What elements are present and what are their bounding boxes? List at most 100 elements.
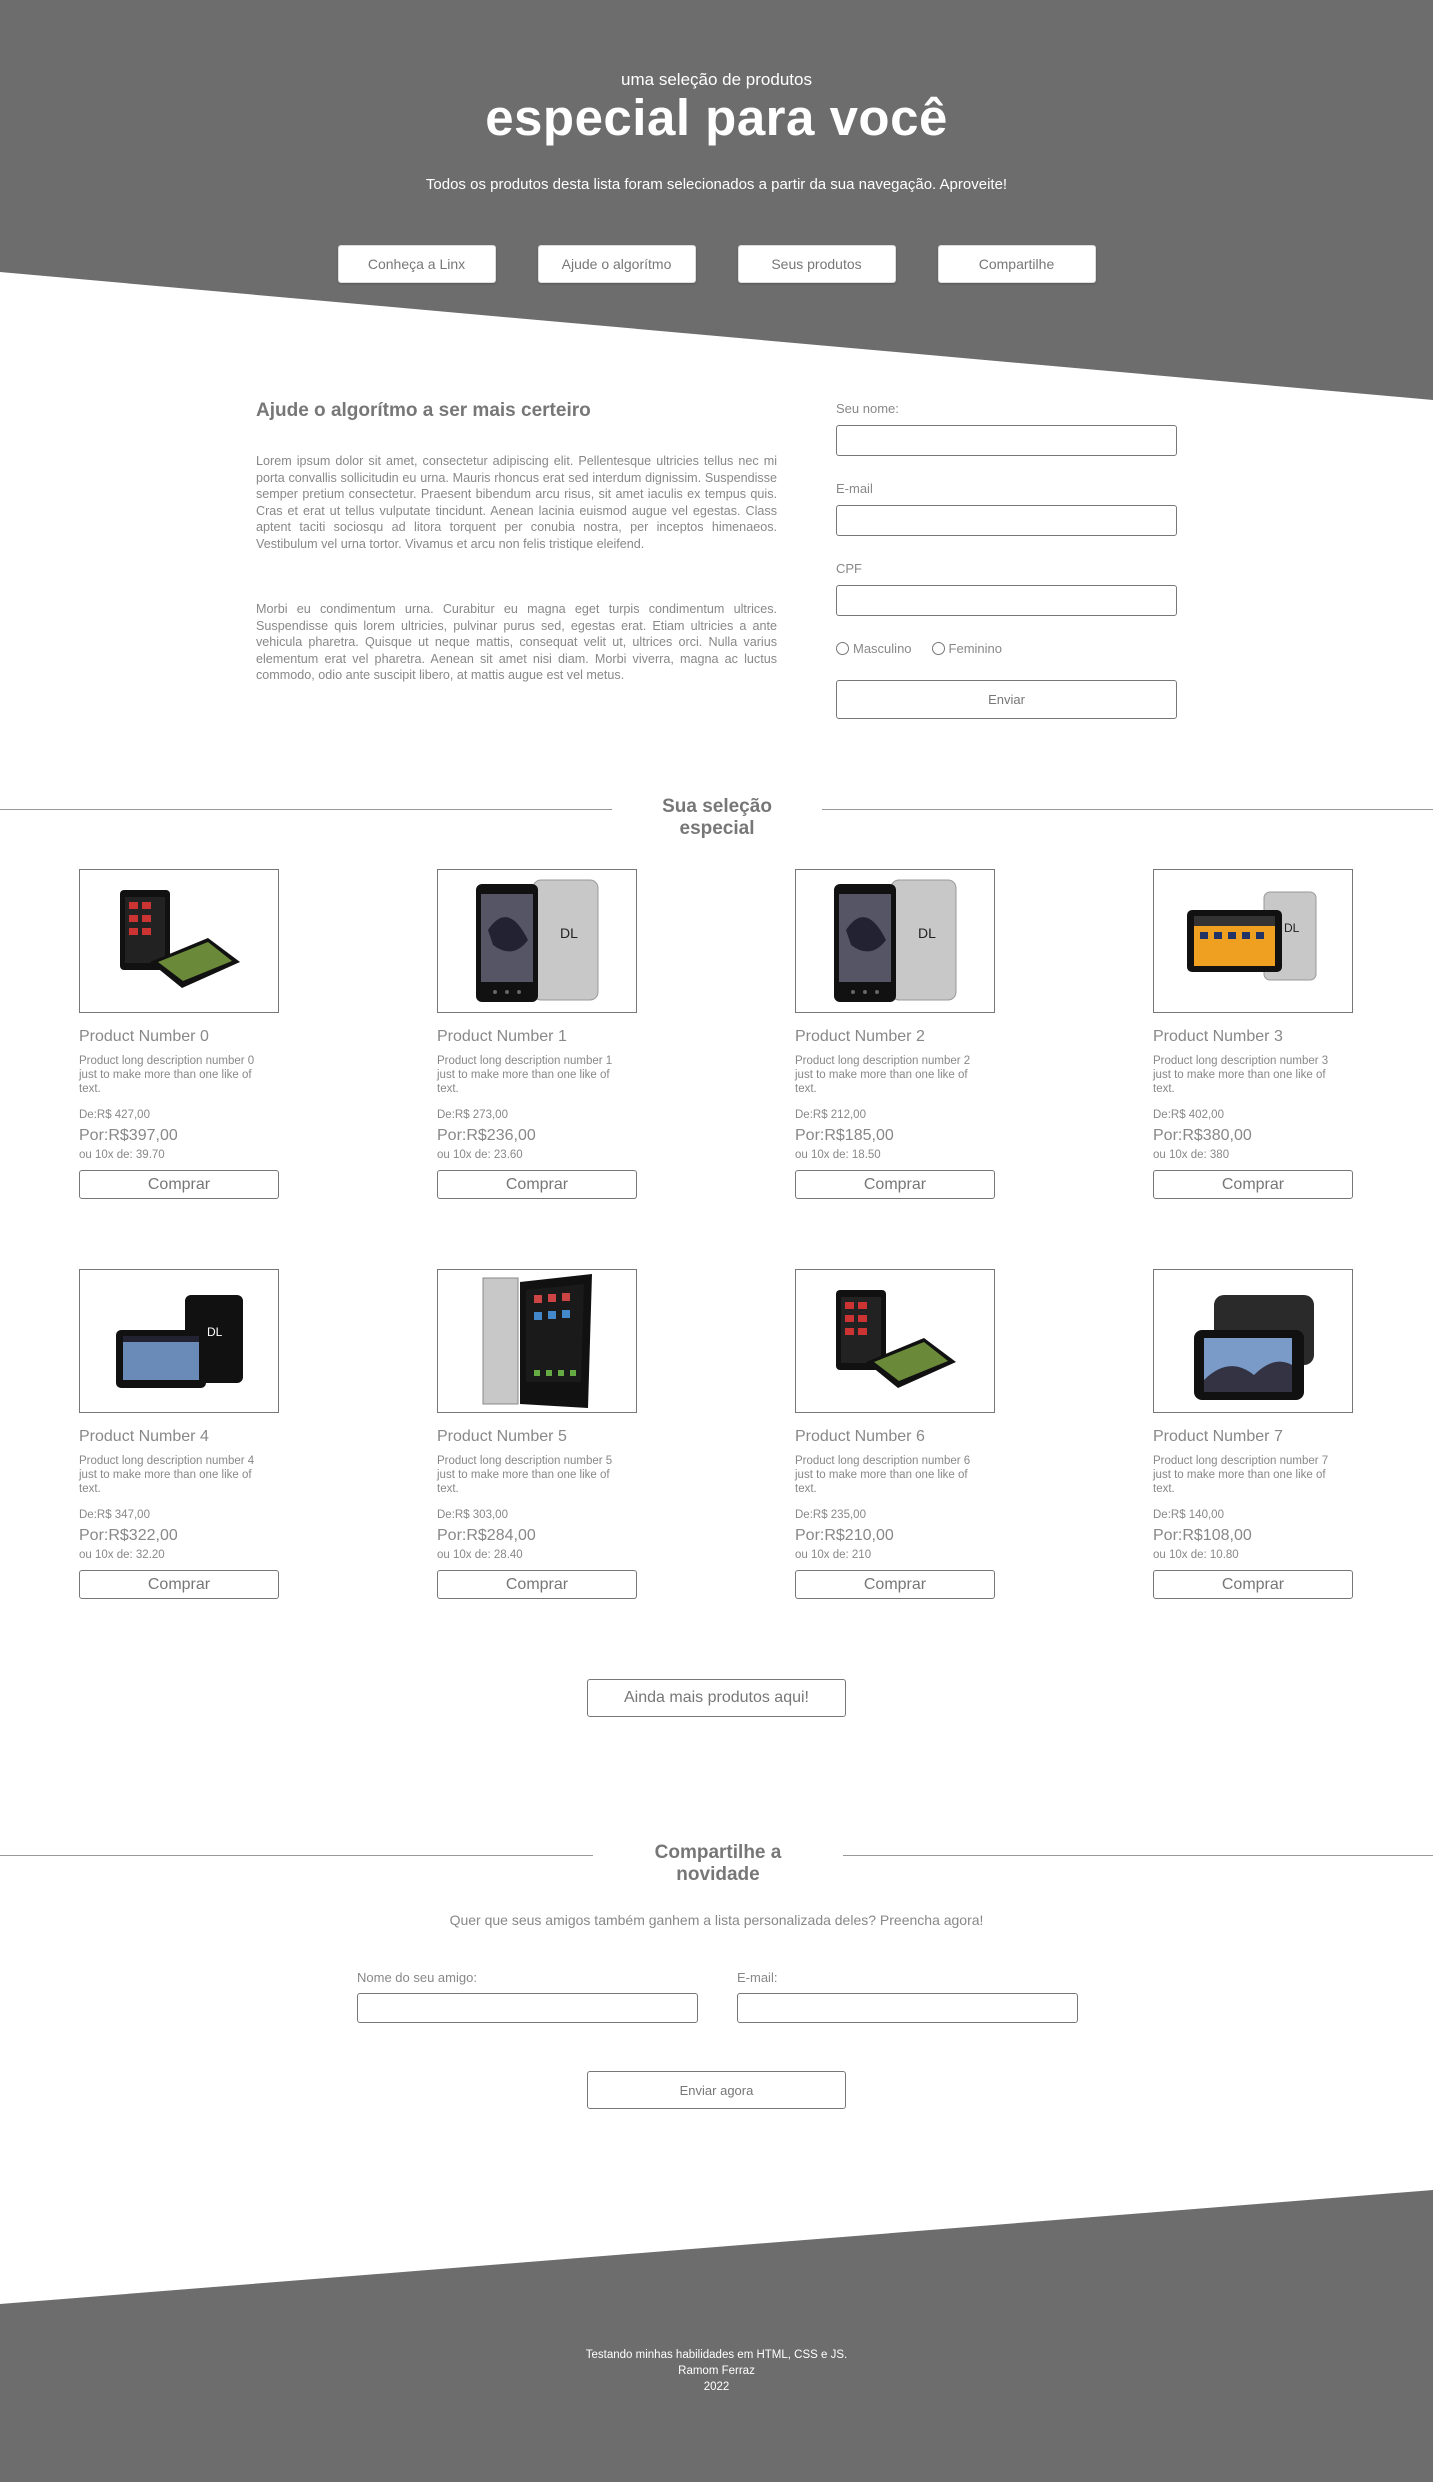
- friend-email-input[interactable]: [737, 1993, 1078, 2023]
- tablet-landscape-dark-icon[interactable]: DL: [79, 1269, 279, 1413]
- product-price: Por:R$322,00: [79, 1527, 178, 1544]
- svg-text:DL: DL: [918, 925, 936, 941]
- product-card: DL Product Number 3 Product long descripti…: [1153, 869, 1353, 1199]
- name-input[interactable]: [836, 425, 1177, 456]
- product-card: Product Number 5 Product long description…: [437, 1269, 637, 1599]
- product-installments: ou 10x de: 18.50: [795, 1149, 881, 1161]
- buy-button[interactable]: Comprar: [795, 1570, 995, 1599]
- gender-male-label: Masculino: [853, 641, 912, 656]
- product-installments: ou 10x de: 380: [1153, 1149, 1230, 1161]
- product-old-price: De:R$ 347,00: [79, 1509, 150, 1521]
- product-old-price: De:R$ 303,00: [437, 1509, 508, 1521]
- product-card: Product Number 0 Product long description…: [79, 869, 279, 1199]
- product-card: DL Product Number 4 Product long descripti…: [79, 1269, 279, 1599]
- product-name: Product Number 0: [79, 1028, 209, 1045]
- product-installments: ou 10x de: 10.80: [1153, 1549, 1239, 1561]
- tablet-black-back-icon[interactable]: [1153, 1269, 1353, 1413]
- product-card: Product Number 6 Product long description…: [795, 1269, 995, 1599]
- product-description: Product long description number 7 just t…: [1153, 1455, 1329, 1495]
- product-old-price: De:R$ 235,00: [795, 1509, 866, 1521]
- friend-name-input[interactable]: [357, 1993, 698, 2023]
- buy-button[interactable]: Comprar: [437, 1570, 637, 1599]
- radio-female[interactable]: [931, 642, 945, 655]
- tablet-pair-dark-icon[interactable]: [795, 1269, 995, 1413]
- product-name: Product Number 2: [795, 1028, 925, 1045]
- tablet-silver-back-icon[interactable]: DL: [437, 869, 637, 1013]
- product-old-price: De:R$ 427,00: [79, 1109, 150, 1121]
- tablet-tall-icon[interactable]: [437, 1269, 637, 1413]
- product-price: Por:R$284,00: [437, 1527, 536, 1544]
- friend-name-label: Nome do seu amigo:: [357, 1970, 477, 1985]
- nav-button-compartilhe[interactable]: Compartilhe: [937, 245, 1096, 283]
- footer-background: [0, 2190, 1433, 2482]
- gender-female-label: Feminino: [948, 641, 1002, 656]
- cpf-input[interactable]: [836, 585, 1177, 616]
- nav-button-linx[interactable]: Conheça a Linx: [337, 245, 496, 283]
- product-card: DL Product Number 2 Product long descripti…: [795, 869, 995, 1199]
- product-name: Product Number 5: [437, 1428, 567, 1445]
- product-installments: ou 10x de: 39.70: [79, 1149, 165, 1161]
- product-name: Product Number 4: [79, 1428, 209, 1445]
- share-title: Compartilhe a novidade: [593, 1842, 843, 1886]
- product-name: Product Number 6: [795, 1428, 925, 1445]
- product-description: Product long description number 5 just t…: [437, 1455, 613, 1495]
- product-card: Product Number 7 Product long description…: [1153, 1269, 1353, 1599]
- name-label: Seu nome:: [836, 401, 899, 416]
- hero-kicker: uma seleção de produtos: [621, 70, 812, 89]
- product-price: Por:R$397,00: [79, 1127, 178, 1144]
- algorithm-paragraph-2: Morbi eu condimentum urna. Curabitur eu …: [256, 602, 777, 683]
- product-old-price: De:R$ 212,00: [795, 1109, 866, 1121]
- email-input[interactable]: [836, 505, 1177, 536]
- gender-female-option[interactable]: Feminino: [931, 641, 1002, 656]
- buy-button[interactable]: Comprar: [795, 1170, 995, 1199]
- buy-button[interactable]: Comprar: [79, 1170, 279, 1199]
- share-submit-button[interactable]: Enviar agora: [587, 2071, 846, 2109]
- tablet-pair-dark-icon[interactable]: [79, 869, 279, 1013]
- share-subtitle: Quer que seus amigos também ganhem a lis…: [449, 1912, 984, 1928]
- hero-subtitle: Todos os produtos desta lista foram sele…: [425, 176, 1008, 193]
- tablet-silver-back-icon[interactable]: DL: [795, 869, 995, 1013]
- product-description: Product long description number 2 just t…: [795, 1055, 971, 1095]
- product-price: Por:R$185,00: [795, 1127, 894, 1144]
- algorithm-title: Ajude o algorítmo a ser mais certeiro: [256, 400, 591, 421]
- radio-male[interactable]: [836, 642, 849, 655]
- tablet-landscape-silver-icon[interactable]: DL: [1153, 869, 1353, 1013]
- nav-button-produtos[interactable]: Seus produtos: [737, 245, 896, 283]
- buy-button[interactable]: Comprar: [1153, 1170, 1353, 1199]
- product-description: Product long description number 4 just t…: [79, 1455, 255, 1495]
- product-old-price: De:R$ 273,00: [437, 1109, 508, 1121]
- submit-button[interactable]: Enviar: [836, 680, 1177, 719]
- product-installments: ou 10x de: 23.60: [437, 1149, 523, 1161]
- product-old-price: De:R$ 402,00: [1153, 1109, 1224, 1121]
- product-price: Por:R$210,00: [795, 1527, 894, 1544]
- product-installments: ou 10x de: 210: [795, 1549, 872, 1561]
- nav-button-algoritmo[interactable]: Ajude o algorítmo: [537, 245, 696, 283]
- product-description: Product long description number 6 just t…: [795, 1455, 971, 1495]
- product-name: Product Number 3: [1153, 1028, 1283, 1045]
- product-installments: ou 10x de: 28.40: [437, 1549, 523, 1561]
- buy-button[interactable]: Comprar: [437, 1170, 637, 1199]
- product-description: Product long description number 3 just t…: [1153, 1055, 1329, 1095]
- svg-text:DL: DL: [560, 925, 578, 941]
- friend-email-label: E-mail:: [737, 1970, 778, 1985]
- footer-line-1: Testando minhas habilidades em HTML, CSS…: [585, 2349, 848, 2361]
- footer-author: Ramom Ferraz: [678, 2365, 755, 2377]
- svg-text:DL: DL: [1284, 921, 1300, 935]
- gender-radio-group: Masculino Feminino: [836, 641, 1002, 656]
- product-description: Product long description number 0 just t…: [79, 1055, 255, 1095]
- hero-title: especial para você: [485, 89, 948, 146]
- footer-year: 2022: [703, 2381, 730, 2393]
- selection-title: Sua seleção especial: [612, 796, 822, 840]
- product-name: Product Number 1: [437, 1028, 567, 1045]
- product-description: Product long description number 1 just t…: [437, 1055, 613, 1095]
- gender-male-option[interactable]: Masculino: [836, 641, 912, 656]
- buy-button[interactable]: Comprar: [79, 1570, 279, 1599]
- product-installments: ou 10x de: 32.20: [79, 1549, 165, 1561]
- algorithm-paragraph-1: Lorem ipsum dolor sit amet, consectetur …: [256, 454, 777, 551]
- more-products-button[interactable]: Ainda mais produtos aqui!: [587, 1679, 846, 1717]
- buy-button[interactable]: Comprar: [1153, 1570, 1353, 1599]
- header-background: [0, 0, 1433, 400]
- product-card: DL Product Number 1 Product long descripti…: [437, 869, 637, 1199]
- svg-text:DL: DL: [207, 1325, 223, 1339]
- product-price: Por:R$380,00: [1153, 1127, 1252, 1144]
